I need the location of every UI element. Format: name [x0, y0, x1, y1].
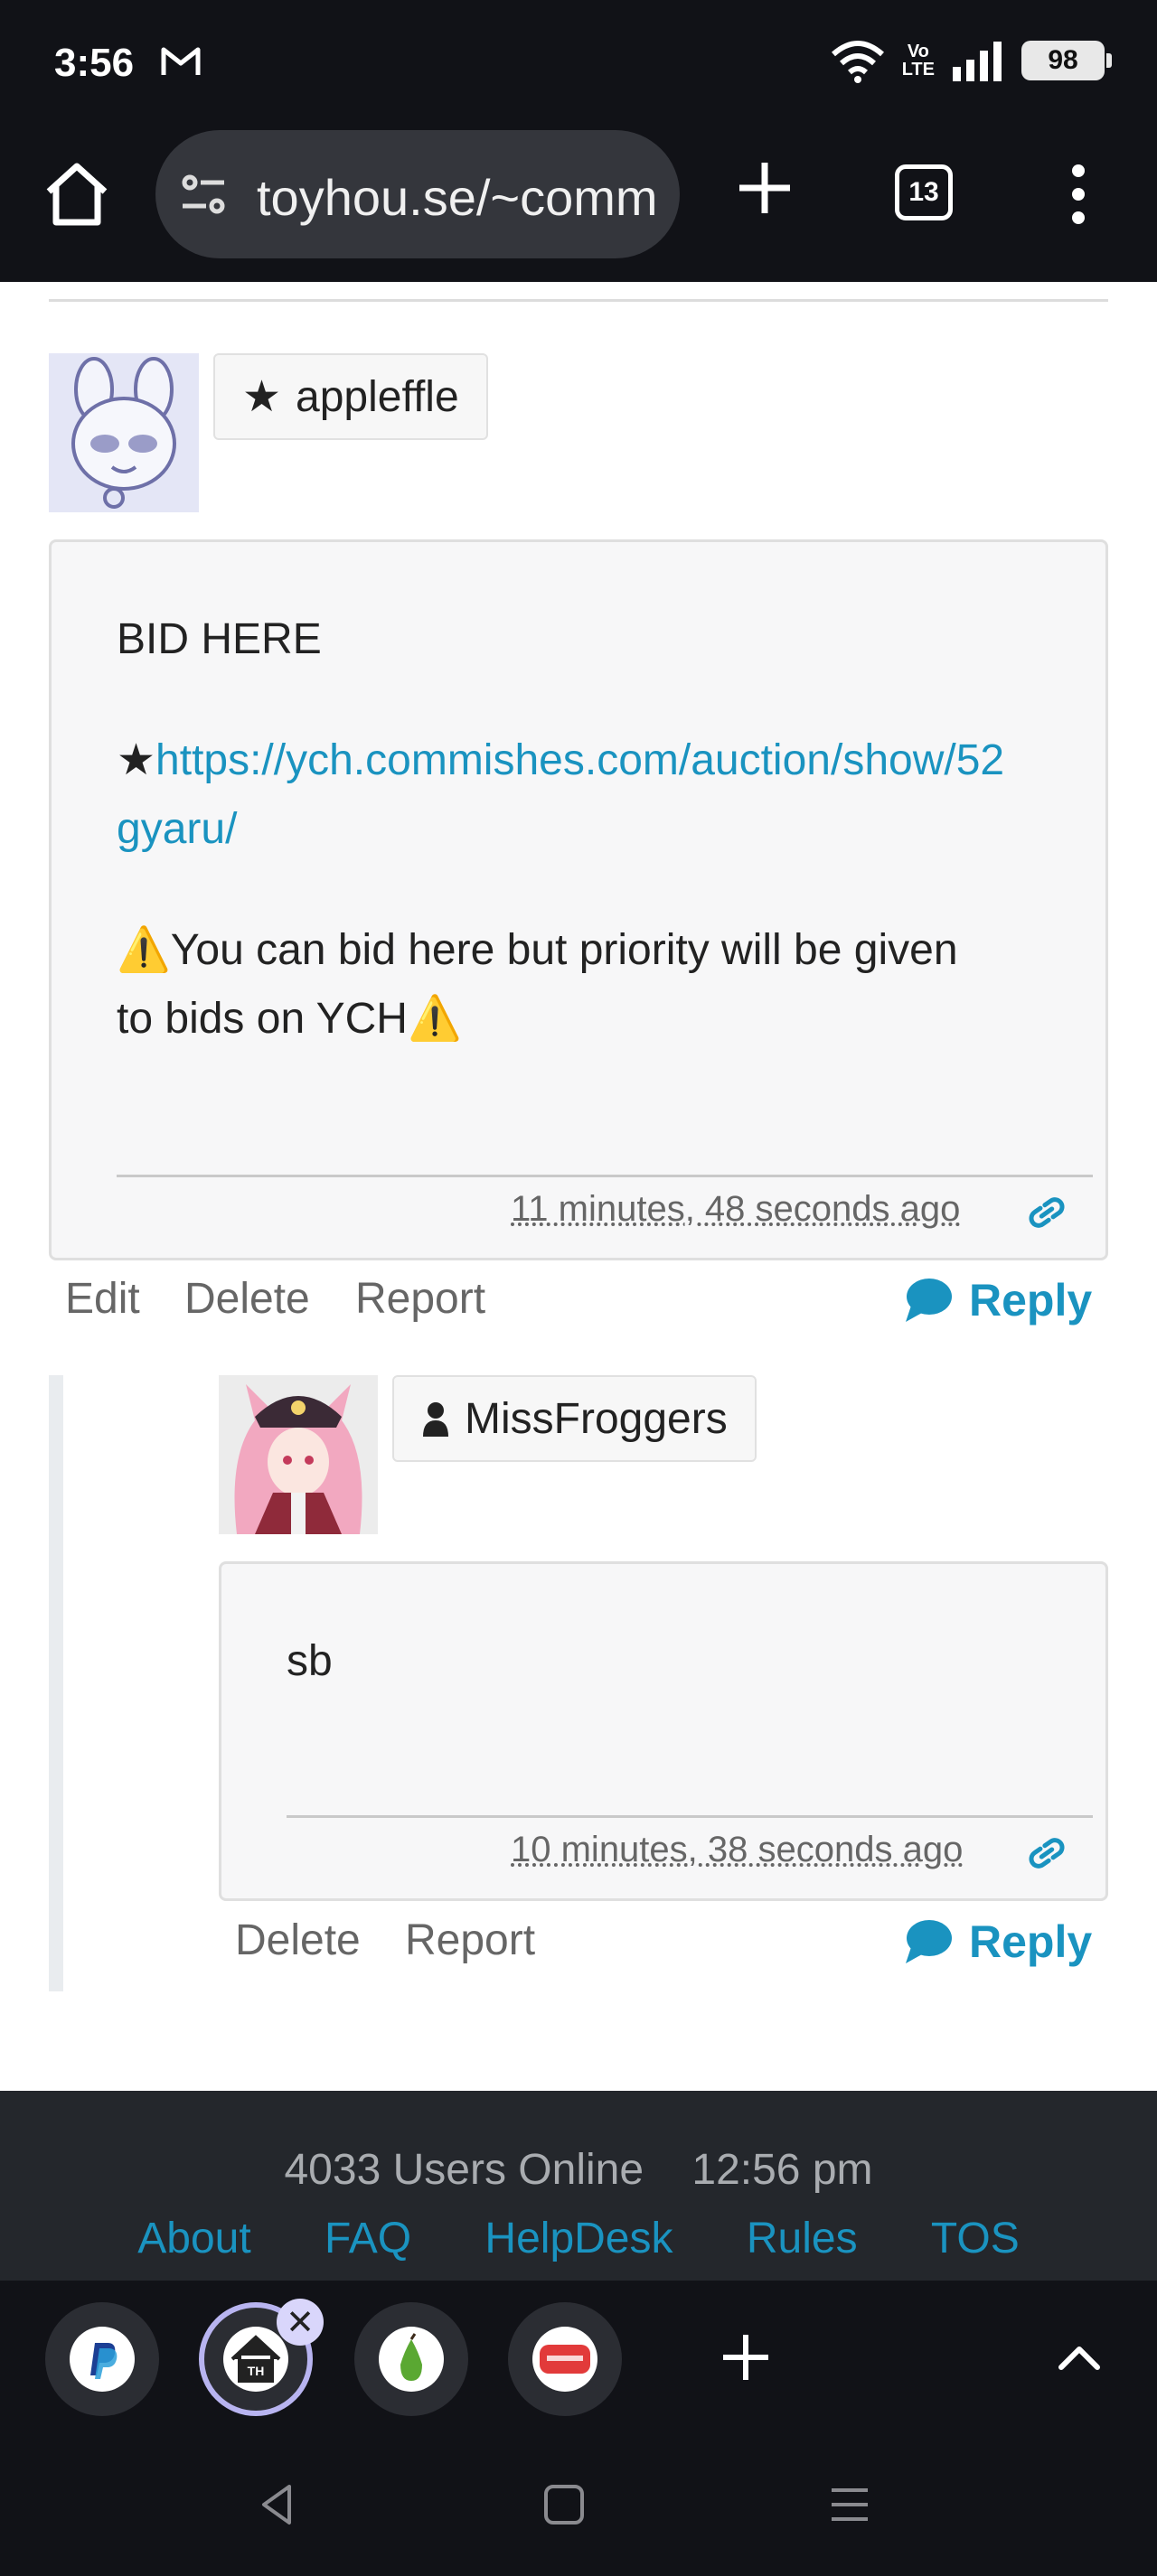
divider [287, 1815, 1093, 1818]
status-time: 3:56 [54, 41, 135, 85]
report-button[interactable]: Report [405, 1916, 535, 1965]
speech-bubble-icon [906, 1279, 952, 1322]
footer-link-tos[interactable]: TOS [931, 2215, 1020, 2262]
edit-button[interactable]: Edit [65, 1274, 140, 1324]
system-nav-bar [0, 2434, 1157, 2576]
tab-pear[interactable] [354, 2302, 468, 2416]
speech-bubble-icon [906, 1920, 952, 1963]
site-settings-icon[interactable] [179, 172, 230, 217]
comment-warning-line: to bids on YCH⚠️ [117, 995, 462, 1043]
paypal-icon [70, 2327, 135, 2392]
character-avatar-image [219, 1375, 378, 1534]
battery-indicator: 98 [1021, 41, 1112, 80]
divider [49, 299, 1108, 302]
username-badge[interactable]: MissFroggers [392, 1375, 757, 1462]
star-icon: ★ [242, 373, 282, 421]
divider [117, 1175, 1093, 1177]
tab-strip: TH ✕ [0, 2281, 1157, 2434]
footer-link-helpdesk[interactable]: HelpDesk [484, 2215, 673, 2262]
close-tab-icon[interactable]: ✕ [277, 2299, 324, 2346]
reply-button[interactable]: Reply [902, 1916, 1092, 1968]
users-online: 4033 Users Online [284, 2146, 644, 2194]
pear-icon [379, 2327, 444, 2392]
thread-indent-bar [49, 1375, 63, 1991]
back-icon[interactable] [253, 2479, 304, 2530]
comment-warning-line: ⚠️You can bid here but priority will be … [117, 926, 958, 974]
signal-icon [953, 42, 1002, 81]
svg-text:TH: TH [248, 2364, 265, 2378]
server-time: 12:56 pm [691, 2146, 873, 2194]
wifi-icon [831, 41, 884, 83]
comment-box: BID HERE ★https://ych.commishes.com/auct… [49, 539, 1108, 1260]
red-site-icon [532, 2327, 597, 2392]
home-nav-icon[interactable] [539, 2479, 589, 2530]
footer-link-about[interactable]: About [137, 2215, 250, 2262]
username[interactable]: MissFroggers [465, 1394, 728, 1444]
url-text[interactable]: toyhou.se/~comm [257, 168, 654, 227]
avatar[interactable] [49, 353, 199, 512]
footer-link-rules[interactable]: Rules [747, 2215, 858, 2262]
username[interactable]: appleffle [296, 372, 459, 422]
comment-body-line: BID HERE [117, 615, 322, 663]
tab-switcher-button[interactable]: 13 [895, 164, 953, 220]
footer-links: About FAQ HelpDesk Rules TOS [0, 2214, 1157, 2263]
footer-stats: 4033 Users Online 12:56 pm [0, 2145, 1157, 2195]
site-footer: 4033 Users Online 12:56 pm About FAQ Hel… [0, 2091, 1157, 2281]
comment-link-continued[interactable]: gyaru/ [117, 795, 237, 864]
footer-link-faq[interactable]: FAQ [325, 2215, 411, 2262]
username-badge[interactable]: ★ appleffle [213, 353, 488, 440]
volte-indicator: Vo LTE [901, 42, 935, 80]
avatar[interactable] [219, 1375, 378, 1534]
delete-button[interactable]: Delete [184, 1274, 310, 1324]
browser-toolbar: toyhou.se/~comm 13 [0, 126, 1157, 282]
tab-paypal[interactable] [45, 2302, 159, 2416]
tab-red-site[interactable] [508, 2302, 622, 2416]
comment-timestamp[interactable]: 11 minutes, 48 seconds ago [511, 1189, 960, 1230]
permalink-icon[interactable] [1024, 1837, 1069, 1869]
add-tab-icon[interactable] [714, 2326, 777, 2389]
user-icon [423, 1402, 448, 1437]
chevron-up-icon[interactable] [1054, 2333, 1105, 2384]
gmail-icon [161, 47, 201, 75]
bunny-avatar-image [49, 353, 199, 512]
reply-button[interactable]: Reply [902, 1274, 1092, 1326]
more-options-icon[interactable] [1059, 163, 1097, 226]
status-bar: 3:56 Vo LTE 98 [0, 0, 1157, 126]
home-icon[interactable] [43, 161, 110, 228]
comment-link[interactable]: ★https://ych.commishes.com/auction/show/… [117, 726, 1111, 795]
comment-timestamp[interactable]: 10 minutes, 38 seconds ago [511, 1830, 963, 1870]
comment-body-line: sb [287, 1637, 333, 1685]
address-bar[interactable]: toyhou.se/~comm [155, 130, 680, 258]
new-tab-icon[interactable] [732, 155, 797, 220]
delete-button[interactable]: Delete [235, 1916, 361, 1965]
comment-box: sb 10 minutes, 38 seconds ago [219, 1561, 1108, 1901]
recents-icon[interactable] [824, 2479, 875, 2530]
report-button[interactable]: Report [355, 1274, 485, 1324]
permalink-icon[interactable] [1024, 1196, 1069, 1229]
